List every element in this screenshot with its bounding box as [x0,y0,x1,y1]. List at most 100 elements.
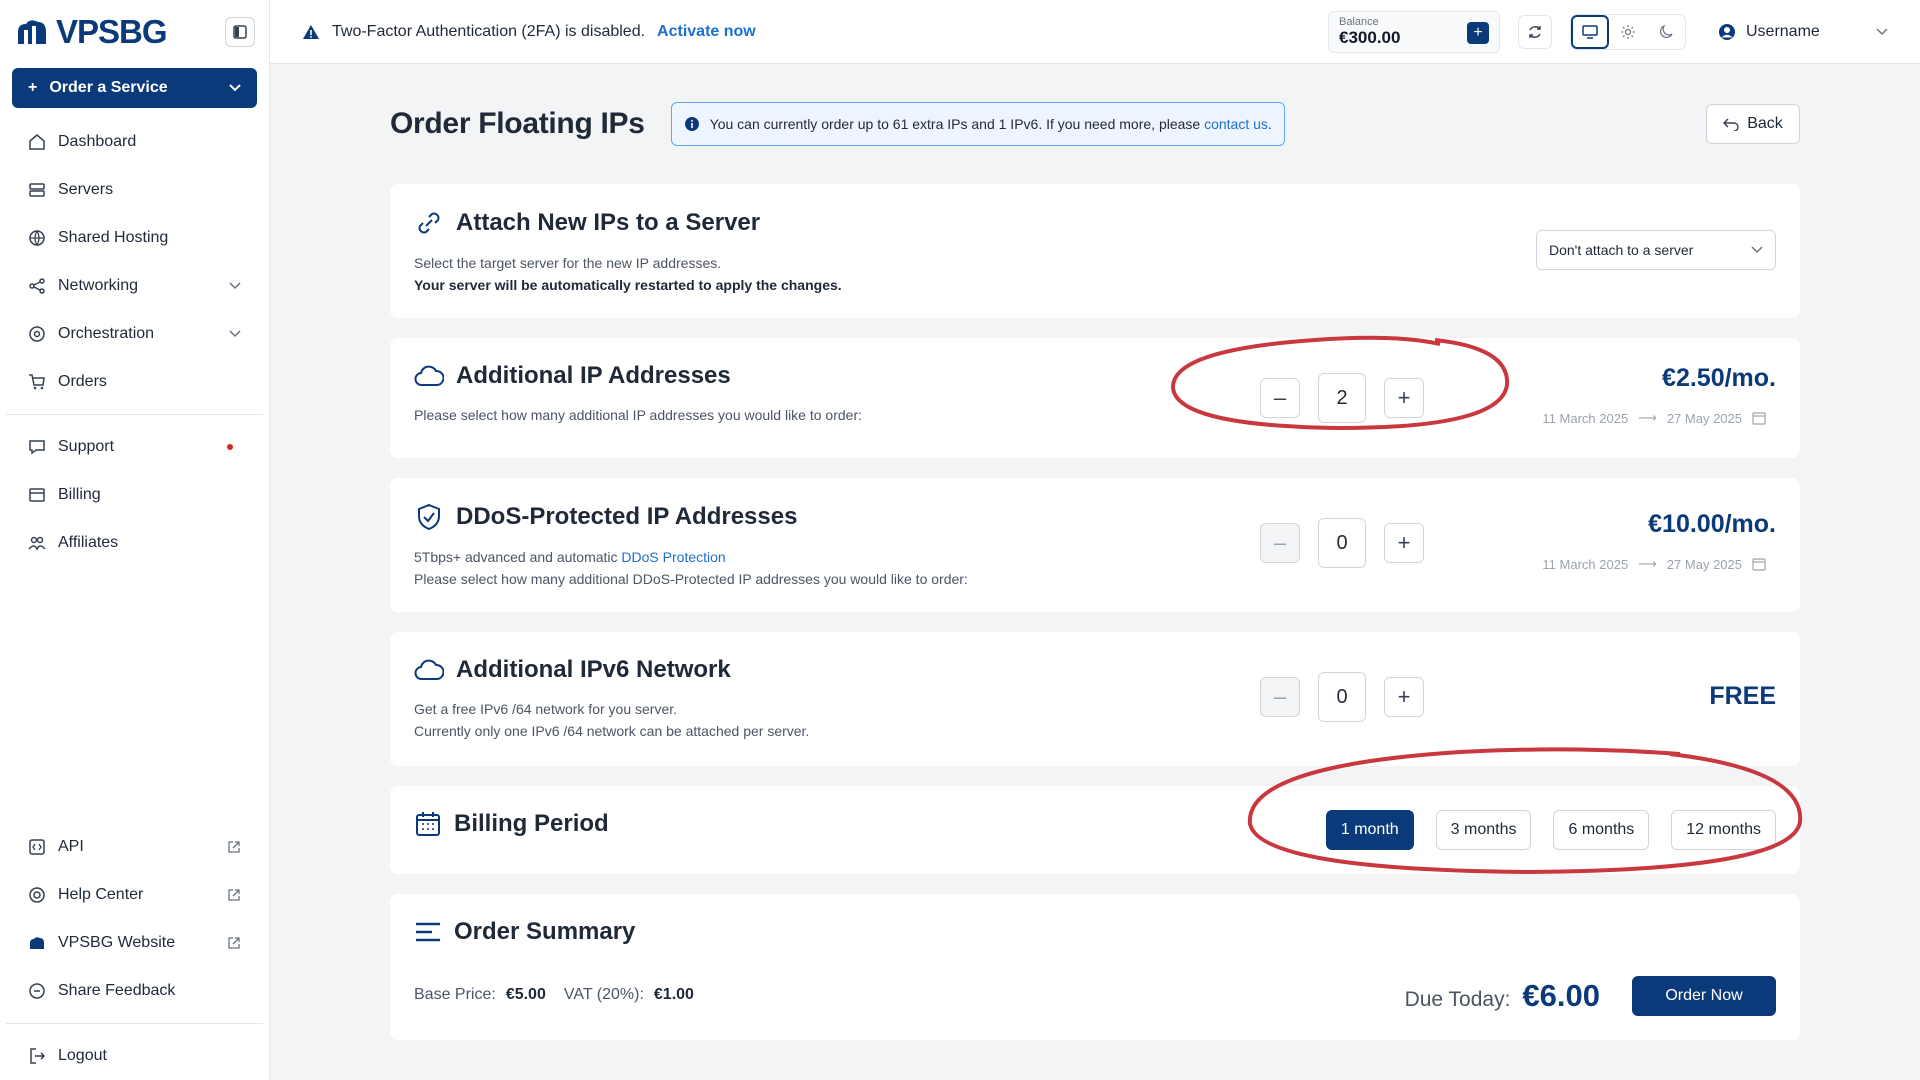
period-12-months[interactable]: 12 months [1671,810,1776,850]
period-3-months[interactable]: 3 months [1435,810,1532,850]
activate-2fa-link[interactable]: Activate now [657,23,756,41]
sidebar-item-label: Networking [58,277,139,294]
main-content: Order Floating IPs You can currently ord… [390,64,1800,1060]
sidebar-item-label: Shared Hosting [58,229,169,246]
ipv6-price: FREE [1709,682,1776,710]
ddos-desc-prefix: 5Tbps+ advanced and automatic [414,549,618,565]
sidebar-item-label: Help Center [58,886,144,903]
sidebar-divider [6,414,263,415]
additional-ip-stepper: – 2 + [1260,373,1424,423]
period-6-months[interactable]: 6 months [1553,810,1650,850]
user-avatar-icon [1719,23,1735,40]
cart-icon [29,374,45,390]
decrement-button[interactable]: – [1260,378,1300,418]
increment-button[interactable]: + [1384,378,1424,418]
ipv6-desc: Get a free IPv6 /64 network for you serv… [414,698,1776,742]
lifebuoy-icon [29,887,45,903]
title-row: Order Floating IPs You can currently ord… [390,64,1800,184]
theme-system-button[interactable] [1571,14,1609,49]
price-breakdown: Base Price: €5.00 VAT (20%): €1.00 [414,986,694,1004]
sidebar-item-logout[interactable]: Logout [0,1032,269,1080]
sidebar-item-dashboard[interactable]: Dashboard [0,118,269,166]
ipv6-title-text: Additional IPv6 Network [456,656,731,683]
increment-button[interactable]: + [1384,677,1424,717]
theme-light-button[interactable] [1609,15,1647,49]
back-label: Back [1747,115,1783,132]
back-button[interactable]: Back [1706,104,1800,144]
page-title: Order Floating IPs [390,107,645,140]
chevron-down-icon [229,84,241,92]
ddos-protection-link[interactable]: DDoS Protection [621,549,725,565]
sidebar-item-shared-hosting[interactable]: Shared Hosting [0,214,269,262]
contact-us-link[interactable]: contact us [1204,116,1268,132]
server-select[interactable]: Don't attach to a server [1536,230,1776,270]
logo-row: VPSBG [0,0,269,64]
sidebar-item-orders[interactable]: Orders [0,358,269,406]
vat-label: VAT (20%): [563,986,644,1003]
attach-restart-note: Your server will be automatically restar… [414,277,842,293]
sidebar-item-affiliates[interactable]: Affiliates [0,519,269,567]
cloud-icon [414,365,444,386]
server-select-value: Don't attach to a server [1549,242,1694,258]
sidebar-item-share-feedback[interactable]: Share Feedback [0,967,269,1015]
increment-button[interactable]: + [1384,523,1424,563]
sidebar-item-orchestration[interactable]: Orchestration [0,310,269,358]
sidebar-item-label: Servers [58,181,114,198]
period-1-month[interactable]: 1 month [1325,810,1414,850]
chevron-down-icon [1876,27,1888,35]
billing-icon [29,488,45,502]
decrement-button[interactable]: – [1260,523,1300,563]
ddos-ip-date-range[interactable]: 11 March 2025 ⟶ 27 May 2025 [1542,556,1766,572]
date-to: 27 May 2025 [1666,556,1742,572]
ipv6-card: Additional IPv6 Network Get a free IPv6 … [390,632,1800,766]
decrement-button[interactable]: – [1260,677,1300,717]
moon-icon [1660,24,1673,38]
sidebar-item-billing[interactable]: Billing [0,471,269,519]
additional-ip-date-range[interactable]: 11 March 2025 ⟶ 27 May 2025 [1542,410,1766,426]
date-to: 27 May 2025 [1666,410,1742,426]
additional-ip-price: €2.50/mo. [1662,364,1776,392]
arrow-right-icon: ⟶ [1638,556,1657,571]
sidebar-item-api[interactable]: API [0,823,269,871]
sidebar-item-vpsbg-website[interactable]: VPSBG Website [0,919,269,967]
logo[interactable]: VPSBG [14,13,168,51]
sidebar-item-label: Dashboard [58,133,137,150]
base-price-value: €5.00 [505,986,546,1003]
server-icon [29,183,45,197]
username: Username [1746,22,1820,40]
sidebar-item-support[interactable]: Support [0,423,269,471]
ddos-ip-title-text: DDoS-Protected IP Addresses [456,503,798,530]
sidebar-item-networking[interactable]: Networking [0,262,269,310]
monitor-icon [1582,24,1598,39]
theme-dark-button[interactable] [1647,15,1685,49]
base-price-label: Base Price: [414,986,496,1003]
back-arrow-icon [1723,118,1739,131]
info-icon [684,117,699,131]
additional-ip-quantity[interactable]: 2 [1318,373,1366,423]
order-service-button[interactable]: + Order a Service [12,68,257,108]
ipv6-quantity[interactable]: 0 [1318,672,1366,722]
vat-value: €1.00 [653,986,694,1003]
sidebar-item-label: Orchestration [58,325,155,342]
refresh-button[interactable] [1518,14,1552,49]
sidebar: VPSBG + Order a Service Dashboard Server… [0,0,270,1080]
chat-icon [29,440,45,455]
ddos-ip-quantity[interactable]: 0 [1318,518,1366,568]
sidebar-collapse-button[interactable] [225,17,255,47]
user-menu[interactable]: Username [1718,23,1888,41]
add-funds-button[interactable]: + [1467,21,1489,44]
external-link-icon [228,889,240,901]
sidebar-item-help-center[interactable]: Help Center [0,871,269,919]
tfa-warning: Two-Factor Authentication (2FA) is disab… [302,23,756,41]
ddos-ip-card: DDoS-Protected IP Addresses 5Tbps+ advan… [390,478,1800,612]
order-summary-card: Order Summary Base Price: €5.00 VAT (20%… [390,894,1800,1040]
external-link-icon [228,937,240,949]
additional-ip-title-text: Additional IP Addresses [456,362,731,389]
external-link-icon [228,841,240,853]
sidebar-item-servers[interactable]: Servers [0,166,269,214]
refresh-icon [1529,25,1541,38]
order-now-button[interactable]: Order Now [1632,976,1776,1016]
chevron-down-icon [229,330,241,338]
menu-lines-icon [416,922,440,942]
sidebar-divider [6,1023,263,1024]
